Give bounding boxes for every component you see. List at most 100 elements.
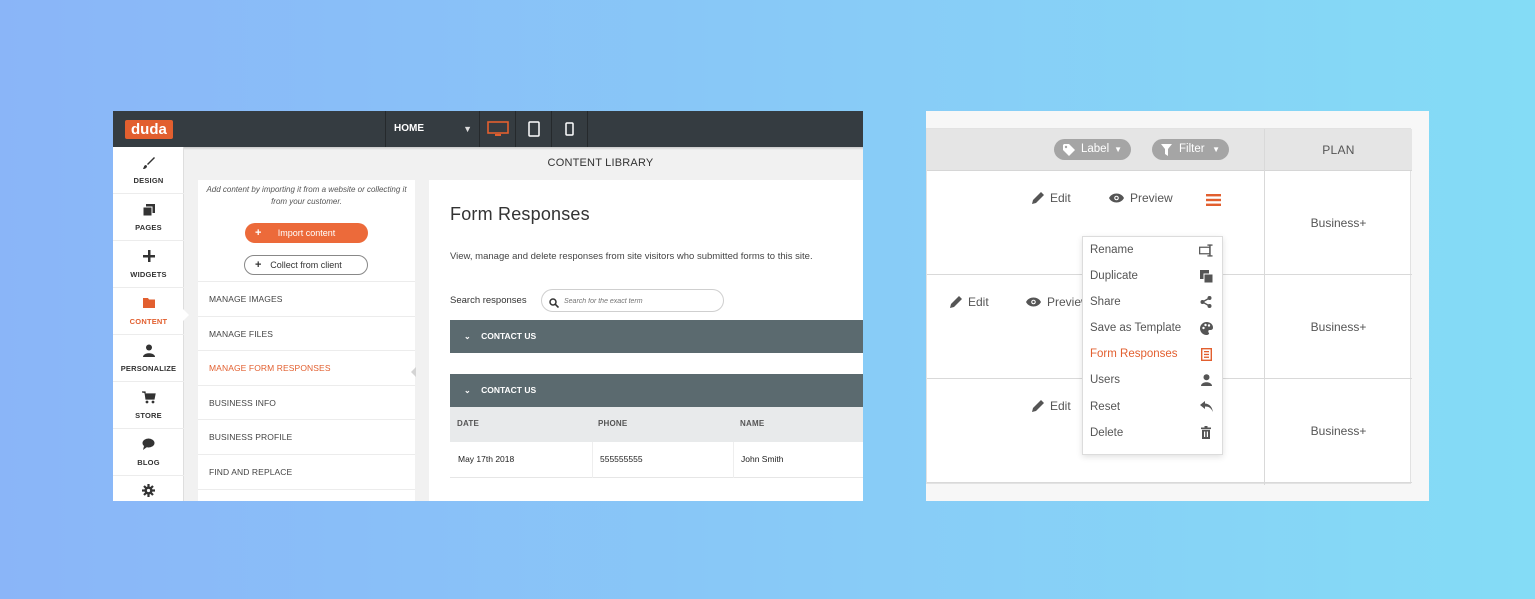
reset-icon	[1199, 401, 1213, 413]
duda-editor: duda HOME ▼ DESIGN PAGES WIDGETS CONTENT…	[113, 111, 863, 501]
responses-table: DATE PHONE NAME May 17th 2018 555555555 …	[450, 407, 863, 478]
tablet-view-button[interactable]	[516, 111, 552, 147]
search-input[interactable]	[564, 294, 714, 308]
chat-icon	[142, 438, 155, 450]
sidebar-item-pages[interactable]: PAGES	[113, 194, 184, 241]
plus-icon: +	[255, 259, 262, 271]
edit-button[interactable]: Edit	[1032, 191, 1071, 205]
page-selector[interactable]: HOME ▼	[385, 111, 480, 147]
pencil-icon	[950, 296, 962, 308]
content-library-title: CONTENT LIBRARY	[547, 157, 654, 169]
edit-button[interactable]: Edit	[1032, 399, 1071, 413]
pencil-icon	[1032, 400, 1044, 412]
menu-item-business-info[interactable]: BUSINESS INFO	[198, 386, 415, 421]
sidebar-item-settings[interactable]	[113, 476, 184, 501]
menu-item-manage-form-responses[interactable]: MANAGE FORM RESPONSES	[198, 351, 415, 386]
sidebar-label-store: STORE	[135, 411, 162, 420]
sites-table-header: Label ▼ Filter ▼ PLAN	[927, 129, 1412, 171]
more-menu-button[interactable]	[1206, 193, 1221, 211]
desktop-icon	[486, 121, 509, 136]
sites-list-panel: Label ▼ Filter ▼ PLAN Edit Preview Busin…	[926, 111, 1429, 501]
cart-icon	[141, 391, 156, 404]
plus-icon	[142, 250, 155, 262]
sidebar-label-pages: PAGES	[135, 223, 162, 232]
form-icon	[1200, 347, 1212, 361]
plan-column-header: PLAN	[1322, 143, 1355, 157]
preview-label: Preview	[1130, 191, 1173, 205]
gear-icon	[142, 484, 155, 497]
menu-item-label: Save as Template	[1090, 322, 1182, 335]
edit-button[interactable]: Edit	[950, 295, 989, 309]
label-filter-button[interactable]: Label ▼	[1054, 139, 1131, 160]
column-divider	[733, 442, 734, 478]
desktop-view-button[interactable]	[480, 111, 516, 147]
editor-sidebar: DESIGN PAGES WIDGETS CONTENT PERSONALIZE…	[113, 147, 184, 501]
sidebar-item-store[interactable]: STORE	[113, 382, 184, 429]
mobile-view-button[interactable]	[552, 111, 588, 147]
menu-item-duplicate[interactable]: Duplicate	[1083, 263, 1222, 289]
preview-button[interactable]: Preview	[1109, 191, 1173, 205]
sidebar-item-personalize[interactable]: PERSONALIZE	[113, 335, 184, 382]
folder-icon	[142, 298, 155, 308]
duplicate-icon	[1199, 269, 1213, 283]
import-content-label: Import content	[277, 228, 336, 238]
table-header: DATE PHONE NAME	[450, 407, 863, 442]
menu-item-form-responses[interactable]: Form Responses	[1083, 341, 1222, 367]
sidebar-label-content: CONTENT	[129, 317, 168, 326]
form-group-header[interactable]: ⌄ CONTACT US	[450, 374, 863, 407]
menu-item-save-as-template[interactable]: Save as Template	[1083, 315, 1222, 341]
site-context-menu: Rename Duplicate Share Save as Template …	[1082, 236, 1223, 455]
menu-active-pointer	[411, 367, 416, 377]
pages-icon	[142, 204, 155, 217]
column-header-date[interactable]: DATE	[457, 419, 479, 428]
menu-item-business-profile[interactable]: BUSINESS PROFILE	[198, 420, 415, 455]
page-selector-label: HOME	[394, 123, 424, 134]
preview-button[interactable]: Preview	[1026, 295, 1090, 309]
chevron-down-icon: ⌄	[464, 332, 471, 341]
menu-item-share[interactable]: Share	[1083, 289, 1222, 315]
sidebar-label-blog: BLOG	[137, 458, 160, 467]
menu-item-label: Reset	[1090, 400, 1121, 413]
sidebar-active-pointer	[183, 309, 189, 321]
hamburger-icon	[1206, 194, 1221, 206]
form-responses-panel: Form Responses View, manage and delete r…	[429, 180, 863, 501]
menu-item-manage-files[interactable]: MANAGE FILES	[198, 317, 415, 352]
menu-item-label: Share	[1090, 296, 1121, 309]
cell-date: May 17th 2018	[458, 454, 515, 464]
sidebar-item-blog[interactable]: BLOG	[113, 429, 184, 476]
form-group-header[interactable]: ⌄ CONTACT US	[450, 320, 863, 353]
palette-icon	[1199, 321, 1213, 335]
collect-from-client-button[interactable]: + Collect from client	[244, 255, 368, 275]
duda-logo[interactable]: duda	[125, 120, 173, 139]
search-label: Search responses	[450, 295, 527, 306]
sidebar-item-widgets[interactable]: WIDGETS	[113, 241, 184, 288]
share-icon	[1200, 296, 1212, 309]
filter-button[interactable]: Filter ▼	[1152, 139, 1229, 160]
plan-value: Business+	[1310, 216, 1367, 230]
sidebar-item-content[interactable]: CONTENT	[113, 288, 184, 335]
rename-icon	[1199, 243, 1213, 257]
edit-label: Edit	[968, 295, 989, 309]
menu-item-users[interactable]: Users	[1083, 367, 1222, 393]
mobile-icon	[565, 122, 574, 136]
content-menu-intro: Add content by importing it from a websi…	[206, 185, 407, 206]
table-row[interactable]: May 17th 2018 555555555 John Smith	[450, 442, 863, 478]
plus-icon: +	[255, 227, 262, 239]
plan-value: Business+	[1310, 320, 1367, 334]
menu-item-manage-images[interactable]: MANAGE IMAGES	[198, 282, 415, 317]
import-content-button[interactable]: + Import content	[245, 223, 368, 243]
column-header-name[interactable]: NAME	[740, 419, 764, 428]
menu-item-label: Form Responses	[1090, 348, 1178, 361]
sidebar-item-design[interactable]: DESIGN	[113, 147, 184, 194]
search-box[interactable]	[541, 289, 724, 312]
caret-down-icon: ▼	[1212, 145, 1220, 154]
menu-item-delete[interactable]: Delete	[1083, 420, 1222, 446]
menu-item-reset[interactable]: Reset	[1083, 394, 1222, 420]
brush-icon	[142, 157, 155, 169]
column-header-phone[interactable]: PHONE	[598, 419, 627, 428]
tag-icon	[1063, 144, 1075, 156]
menu-item-rename[interactable]: Rename	[1083, 237, 1222, 263]
page-description: View, manage and delete responses from s…	[450, 251, 813, 262]
sidebar-label-widgets: WIDGETS	[130, 270, 167, 279]
menu-item-find-and-replace[interactable]: FIND AND REPLACE	[198, 455, 415, 490]
